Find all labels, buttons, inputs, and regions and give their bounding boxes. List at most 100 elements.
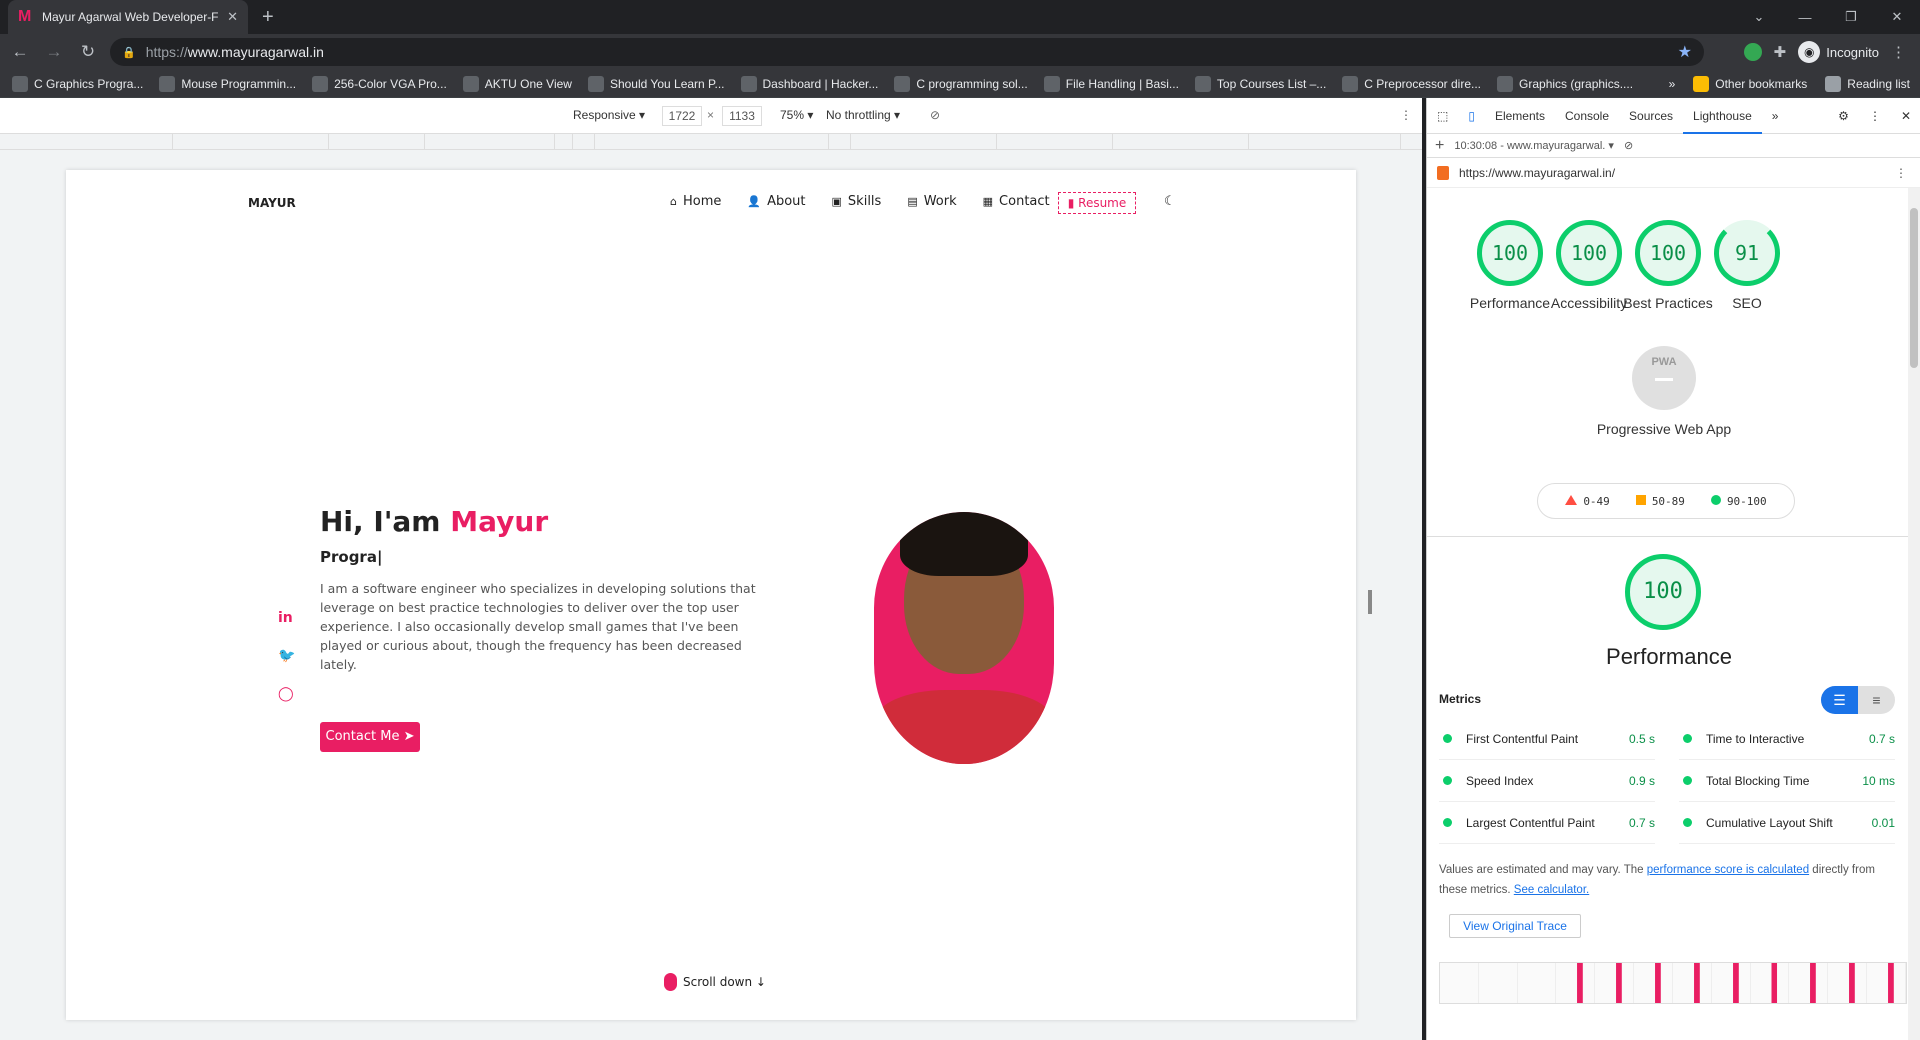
gauge-performance[interactable]: 100 <box>1477 220 1543 286</box>
report-menu-icon[interactable]: ⋮ <box>1895 166 1907 180</box>
rotate-icon[interactable]: ⊘ <box>930 108 940 122</box>
device-mode-select[interactable]: Responsive ▾ <box>573 108 645 122</box>
other-bookmarks[interactable]: Other bookmarks <box>1693 76 1807 92</box>
bookmark-item[interactable]: Graphics (graphics.... <box>1497 75 1633 92</box>
reading-list[interactable]: Reading list <box>1825 76 1910 92</box>
bookmark-item[interactable]: File Handling | Basi... <box>1043 75 1179 92</box>
typed-role: Progra| <box>320 548 383 566</box>
hero-heading: Hi, I'am Mayur <box>320 505 549 538</box>
viewport-height-input[interactable]: 1133 <box>722 106 762 126</box>
bookmark-item[interactable]: C Preprocessor dire... <box>1342 75 1481 92</box>
reload-icon[interactable]: ↻ <box>74 42 102 62</box>
report-select[interactable]: 10:30:08 - www.mayuragarwal. ▾ <box>1454 139 1614 152</box>
see-calculator-link[interactable]: See calculator. <box>1514 884 1589 896</box>
device-toggle-icon[interactable]: ▯ <box>1458 98 1485 134</box>
report-url[interactable]: https://www.mayuragarwal.in/ <box>1459 166 1615 180</box>
devtools-scrollbar[interactable] <box>1908 188 1920 1040</box>
bookmark-item[interactable]: Dashboard | Hacker... <box>740 75 878 92</box>
devtools-tabs: ⬚ ▯ Elements Console Sources Lighthouse … <box>1427 98 1920 134</box>
triangle-icon <box>1565 494 1578 505</box>
performance-heading: Performance <box>1606 644 1732 669</box>
tab-console[interactable]: Console <box>1555 98 1619 134</box>
scroll-down-link[interactable]: Scroll down ↓ <box>664 973 766 991</box>
zoom-select[interactable]: 75% ▾ <box>780 108 813 122</box>
tab-overflow[interactable]: » <box>1762 98 1789 134</box>
briefcase-icon: ▤ <box>907 195 918 208</box>
viewport-width-input[interactable]: 1722 <box>662 106 702 126</box>
site-nav: ⌂ Home 👤 About ▣ Skills ▤ Work ▦ Contact <box>670 194 1050 209</box>
new-tab-icon[interactable]: + <box>262 6 274 29</box>
nav-contact[interactable]: ▦ Contact <box>983 194 1050 209</box>
legend-average: 50-89 <box>1635 494 1685 508</box>
restore-icon[interactable]: ❐ <box>1828 0 1874 34</box>
gauge-accessibility[interactable]: 100 <box>1556 220 1622 286</box>
bookmark-item[interactable]: Top Courses List –... <box>1194 75 1326 92</box>
compact-view-icon[interactable]: ☰ <box>1821 686 1858 714</box>
pass-dot-icon <box>1443 776 1452 785</box>
bookmark-item[interactable]: AKTU One View <box>462 75 572 92</box>
window-close-icon[interactable]: ✕ <box>1874 0 1920 34</box>
contact-me-button[interactable]: Contact Me ➤ <box>320 722 420 752</box>
metrics-view-toggle[interactable]: ☰ ≡ <box>1821 686 1895 714</box>
tab-sources[interactable]: Sources <box>1619 98 1683 134</box>
laptop-icon: ▣ <box>831 195 842 208</box>
tab-elements[interactable]: Elements <box>1485 98 1555 134</box>
address-bar[interactable]: 🔒 https://www.mayuragarwal.in ★ <box>110 38 1704 66</box>
site-logo[interactable]: MAYUR <box>248 196 296 210</box>
media-query-ruler[interactable] <box>0 134 1422 150</box>
bookmark-favicon-icon <box>312 75 329 92</box>
nav-skills[interactable]: ▣ Skills <box>832 194 882 209</box>
github-icon[interactable]: ◯ <box>278 686 295 702</box>
tab-search-icon[interactable]: ⌄ <box>1736 0 1782 34</box>
bookmark-favicon-icon <box>12 75 28 92</box>
device-more-icon[interactable]: ⋮ <box>1400 108 1412 122</box>
browser-toolbar: ← → ↻ 🔒 https://www.mayuragarwal.in ★ ✚ … <box>0 34 1920 70</box>
puzzle-icon[interactable]: ✚ <box>1774 43 1787 61</box>
lock-icon: 🔒 <box>122 46 136 59</box>
url-text: https://www.mayuragarwal.in <box>145 44 324 60</box>
devtools-menu-icon[interactable]: ⋮ <box>1859 98 1891 134</box>
score-calculated-link[interactable]: performance score is calculated <box>1647 864 1809 876</box>
back-icon[interactable]: ← <box>6 42 34 62</box>
linkedin-icon[interactable]: in <box>278 610 295 626</box>
bookmark-favicon-icon <box>740 75 757 92</box>
gauge-seo[interactable]: 91 <box>1714 220 1780 286</box>
viewport-resize-handle[interactable] <box>1368 590 1372 614</box>
bookmark-item[interactable]: Should You Learn P... <box>587 75 725 92</box>
tab-lighthouse[interactable]: Lighthouse <box>1683 98 1762 134</box>
clear-report-icon[interactable]: ⊘ <box>1624 139 1633 152</box>
new-report-icon[interactable]: + <box>1435 137 1444 155</box>
inspect-icon[interactable]: ⬚ <box>1427 98 1458 134</box>
browser-tab[interactable]: M Mayur Agarwal Web Developer-F ✕ <box>8 0 248 34</box>
twitter-icon[interactable]: 🐦 <box>278 648 295 664</box>
tab-strip: M Mayur Agarwal Web Developer-F ✕ + ⌄ — … <box>0 0 1920 34</box>
expanded-view-icon[interactable]: ≡ <box>1858 686 1895 714</box>
bookmark-item[interactable]: C Graphics Progra... <box>12 75 143 92</box>
incognito-indicator[interactable]: ◉ Incognito <box>1798 41 1879 63</box>
resume-button[interactable]: ▮ Resume <box>1058 192 1136 214</box>
bookmark-star-icon[interactable]: ★ <box>1678 42 1692 62</box>
toolbar-right: ✚ ◉ Incognito ⋮ <box>1743 34 1920 70</box>
gauge-best-practices[interactable]: 100 <box>1635 220 1701 286</box>
devtools-close-icon[interactable]: ✕ <box>1891 98 1920 134</box>
mouse-icon <box>664 973 677 991</box>
forward-icon[interactable]: → <box>40 42 68 62</box>
close-tab-icon[interactable]: ✕ <box>227 9 238 25</box>
site-favicon-icon: M <box>18 8 32 25</box>
bookmark-item[interactable]: C programming sol... <box>894 75 1028 92</box>
bookmarks-bar: C Graphics Progra... Mouse Programmin... 2… <box>0 70 1920 98</box>
pwa-badge-icon[interactable]: PWA <box>1632 346 1696 410</box>
nav-work[interactable]: ▤ Work <box>907 194 956 209</box>
nav-about[interactable]: 👤 About <box>747 194 805 209</box>
extension-icon[interactable] <box>1743 43 1762 61</box>
nav-home[interactable]: ⌂ Home <box>670 194 721 209</box>
bookmarks-overflow[interactable]: » <box>1669 77 1676 91</box>
settings-gear-icon[interactable]: ⚙ <box>1828 98 1859 134</box>
minimize-icon[interactable]: — <box>1782 0 1828 34</box>
menu-icon[interactable]: ⋮ <box>1891 43 1906 61</box>
view-original-trace-button[interactable]: View Original Trace <box>1449 914 1581 938</box>
bookmark-item[interactable]: 256-Color VGA Pro... <box>312 75 447 92</box>
throttle-select[interactable]: No throttling ▾ <box>826 108 900 122</box>
dark-mode-toggle-icon[interactable]: ☾ <box>1164 194 1176 209</box>
bookmark-item[interactable]: Mouse Programmin... <box>159 75 296 92</box>
